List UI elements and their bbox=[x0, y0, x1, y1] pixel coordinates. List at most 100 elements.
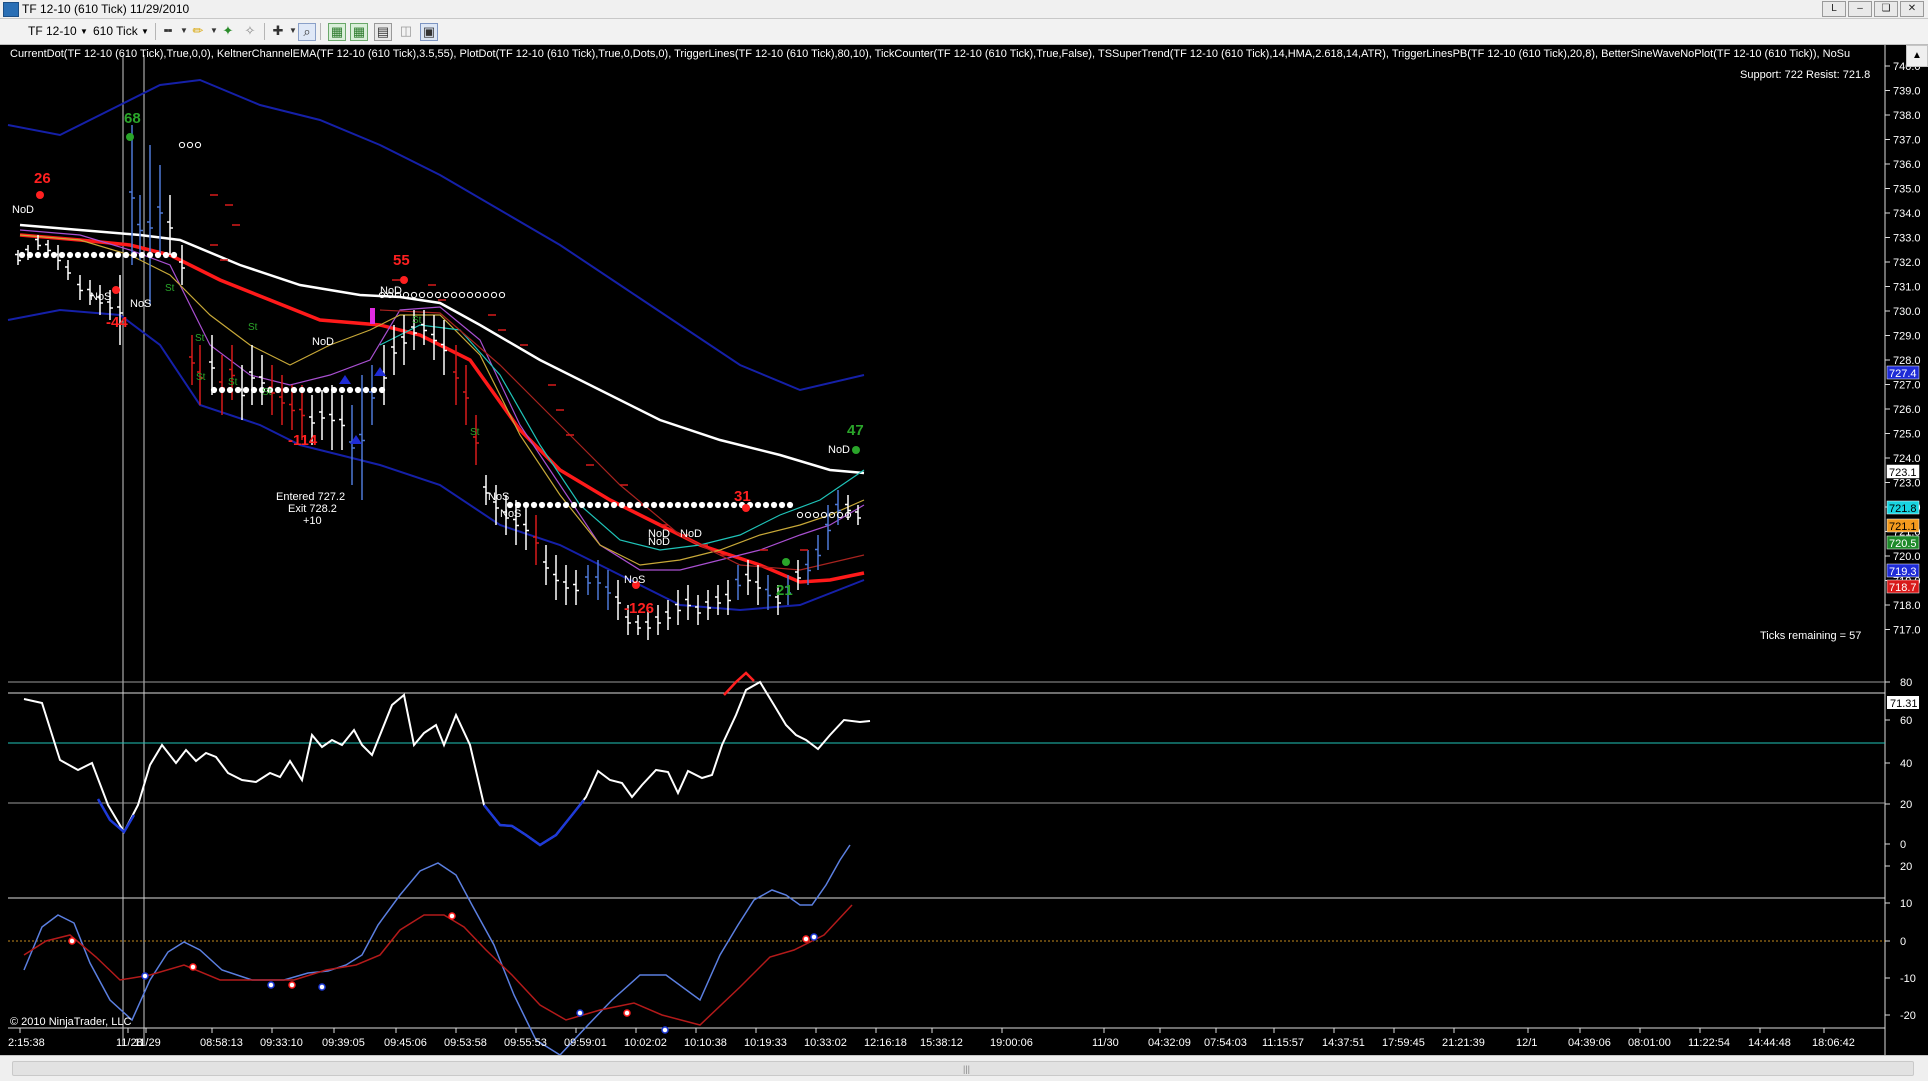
plot-dot bbox=[226, 386, 234, 394]
price-axis-label: 739.0 bbox=[1893, 86, 1921, 98]
plot-dot bbox=[306, 386, 314, 394]
pin-icon[interactable]: L bbox=[1822, 1, 1846, 17]
signal-dot bbox=[742, 504, 750, 512]
minimize-icon[interactable]: – bbox=[1848, 1, 1872, 17]
plot-dot bbox=[602, 501, 610, 509]
trade-note: Exit 728.2 bbox=[288, 503, 337, 515]
plot-dot bbox=[98, 251, 106, 259]
zoom-icon[interactable]: ⌕ bbox=[298, 23, 316, 41]
restore-icon[interactable]: ❏ bbox=[1874, 1, 1898, 17]
price-tag-label: 718.7 bbox=[1889, 582, 1917, 594]
data-box-icon[interactable]: ◫ bbox=[398, 23, 414, 39]
plot-dot bbox=[650, 501, 658, 509]
plot-dot bbox=[658, 501, 666, 509]
price-axis-label: 738.0 bbox=[1893, 110, 1921, 122]
wand-icon[interactable]: ✦ bbox=[220, 23, 236, 39]
price-axis-label: 733.0 bbox=[1893, 233, 1921, 245]
time-axis-label: 15:38:12 bbox=[920, 1037, 963, 1049]
indicators-icon[interactable]: ▦ bbox=[328, 23, 346, 41]
window-title: TF 12-10 (610 Tick) 11/29/2010 bbox=[22, 2, 190, 16]
plot-dot bbox=[162, 251, 170, 259]
price-tag-label: 723.1 bbox=[1889, 467, 1917, 479]
price-tag-label: 721.1 bbox=[1889, 521, 1917, 533]
support-resist-text: Support: 722 Resist: 721.8 bbox=[1740, 69, 1870, 81]
cross-marker bbox=[448, 912, 456, 920]
plot-dot bbox=[466, 291, 474, 299]
plot-dot bbox=[18, 251, 26, 259]
plot-dot bbox=[90, 251, 98, 259]
window-titlebar: TF 12-10 (610 Tick) 11/29/2010 L – ❏ ✕ bbox=[0, 0, 1928, 19]
time-axis-label: 04:32:09 bbox=[1148, 1037, 1191, 1049]
signal-count-label: 68 bbox=[124, 110, 141, 127]
chevron-down-icon[interactable]: ▼ bbox=[80, 23, 88, 40]
price-axis-label: 717.0 bbox=[1893, 625, 1921, 637]
chart-trader-icon[interactable]: ▣ bbox=[420, 23, 438, 41]
trigger-line-teal bbox=[379, 324, 865, 551]
plot-dot bbox=[426, 291, 434, 299]
price-axis-label: 723.0 bbox=[1893, 478, 1921, 490]
volume-marker: NoS bbox=[500, 508, 521, 520]
toolbar-separator bbox=[155, 23, 156, 40]
plot-dot bbox=[114, 251, 122, 259]
plot-dot bbox=[322, 386, 330, 394]
cross-marker bbox=[661, 1026, 669, 1034]
time-axis-label: 11:15:57 bbox=[1262, 1037, 1304, 1049]
indicator-list: CurrentDot(TF 12-10 (610 Tick),True,0,0)… bbox=[10, 48, 1850, 60]
chart-area[interactable]: 26 68 -44 55 -114 31 -126 47 21 NoD NoS NoS NoD NoD No… bbox=[0, 45, 1928, 1055]
time-axis-label: 19:00:06 bbox=[990, 1037, 1033, 1049]
sine-axis-label: -10 bbox=[1900, 973, 1916, 985]
chart-canvas[interactable]: 26 68 -44 55 -114 31 -126 47 21 NoD NoS NoS NoD NoD No… bbox=[0, 45, 1928, 1055]
plot-dot bbox=[450, 291, 458, 299]
plot-dot bbox=[58, 251, 66, 259]
cross-marker bbox=[802, 935, 810, 943]
time-axis-label: 04:39:06 bbox=[1568, 1037, 1611, 1049]
instrument-selector[interactable]: TF 12-10 bbox=[28, 23, 77, 40]
price-axis-label: 725.0 bbox=[1893, 429, 1921, 441]
osc-line-oversold bbox=[483, 799, 585, 847]
plot-dot bbox=[546, 501, 554, 509]
osc-axis-label: 0 bbox=[1900, 839, 1906, 851]
toolbar-separator bbox=[264, 23, 265, 40]
plot-dot bbox=[812, 511, 820, 519]
cross-marker bbox=[576, 1009, 584, 1017]
plot-dot bbox=[282, 386, 290, 394]
chevron-down-icon[interactable]: ▼ bbox=[141, 23, 149, 40]
price-axis-label: 730.0 bbox=[1893, 306, 1921, 318]
price-tag-label: 720.5 bbox=[1889, 538, 1917, 550]
expand-icon[interactable]: ▲ bbox=[1906, 45, 1928, 67]
strategies-icon[interactable]: ▦ bbox=[350, 23, 368, 41]
price-axis-label: 731.0 bbox=[1893, 282, 1921, 294]
scrollbar-thumb[interactable]: ||| bbox=[12, 1061, 1914, 1076]
volume-marker: NoD bbox=[12, 204, 34, 216]
pencil-icon[interactable]: ✏ bbox=[190, 23, 206, 39]
volume-marker: NoD bbox=[648, 528, 670, 540]
plot-dot bbox=[210, 386, 218, 394]
plot-dot bbox=[578, 501, 586, 509]
time-axis-label: 10:33:02 bbox=[804, 1037, 847, 1049]
time-axis-label: 09:39:05 bbox=[322, 1037, 365, 1049]
plot-dot bbox=[530, 501, 538, 509]
plot-dot bbox=[554, 501, 562, 509]
eraser-icon[interactable]: ✧ bbox=[242, 23, 258, 39]
plot-dot bbox=[434, 291, 442, 299]
plot-dot bbox=[762, 501, 770, 509]
time-axis-label: 17:59:45 bbox=[1382, 1037, 1425, 1049]
price-axis-label: 734.0 bbox=[1893, 208, 1921, 220]
time-axis-label: 10:02:02 bbox=[624, 1037, 667, 1049]
horizontal-scrollbar[interactable]: ||| bbox=[0, 1055, 1928, 1081]
signal-count-label: 47 bbox=[847, 422, 864, 439]
plot-dot bbox=[26, 251, 34, 259]
sine-axis-label: 10 bbox=[1900, 898, 1912, 910]
time-axis-label: 11/29 bbox=[134, 1037, 161, 1049]
plot-dot bbox=[362, 386, 370, 394]
bar-type-icon[interactable]: ╍ bbox=[160, 23, 176, 39]
interval-selector[interactable]: 610 Tick bbox=[93, 23, 138, 40]
volume-marker: NoD bbox=[312, 336, 334, 348]
close-icon[interactable]: ✕ bbox=[1900, 1, 1924, 17]
crosshair-icon[interactable]: ✚ bbox=[270, 23, 286, 39]
osc-axis-label: 60 bbox=[1900, 715, 1912, 727]
properties-icon[interactable]: ▤ bbox=[374, 23, 392, 41]
signal-count-label: -44 bbox=[106, 314, 128, 331]
price-axis-label: 720.0 bbox=[1893, 551, 1921, 563]
plot-dot bbox=[410, 291, 418, 299]
